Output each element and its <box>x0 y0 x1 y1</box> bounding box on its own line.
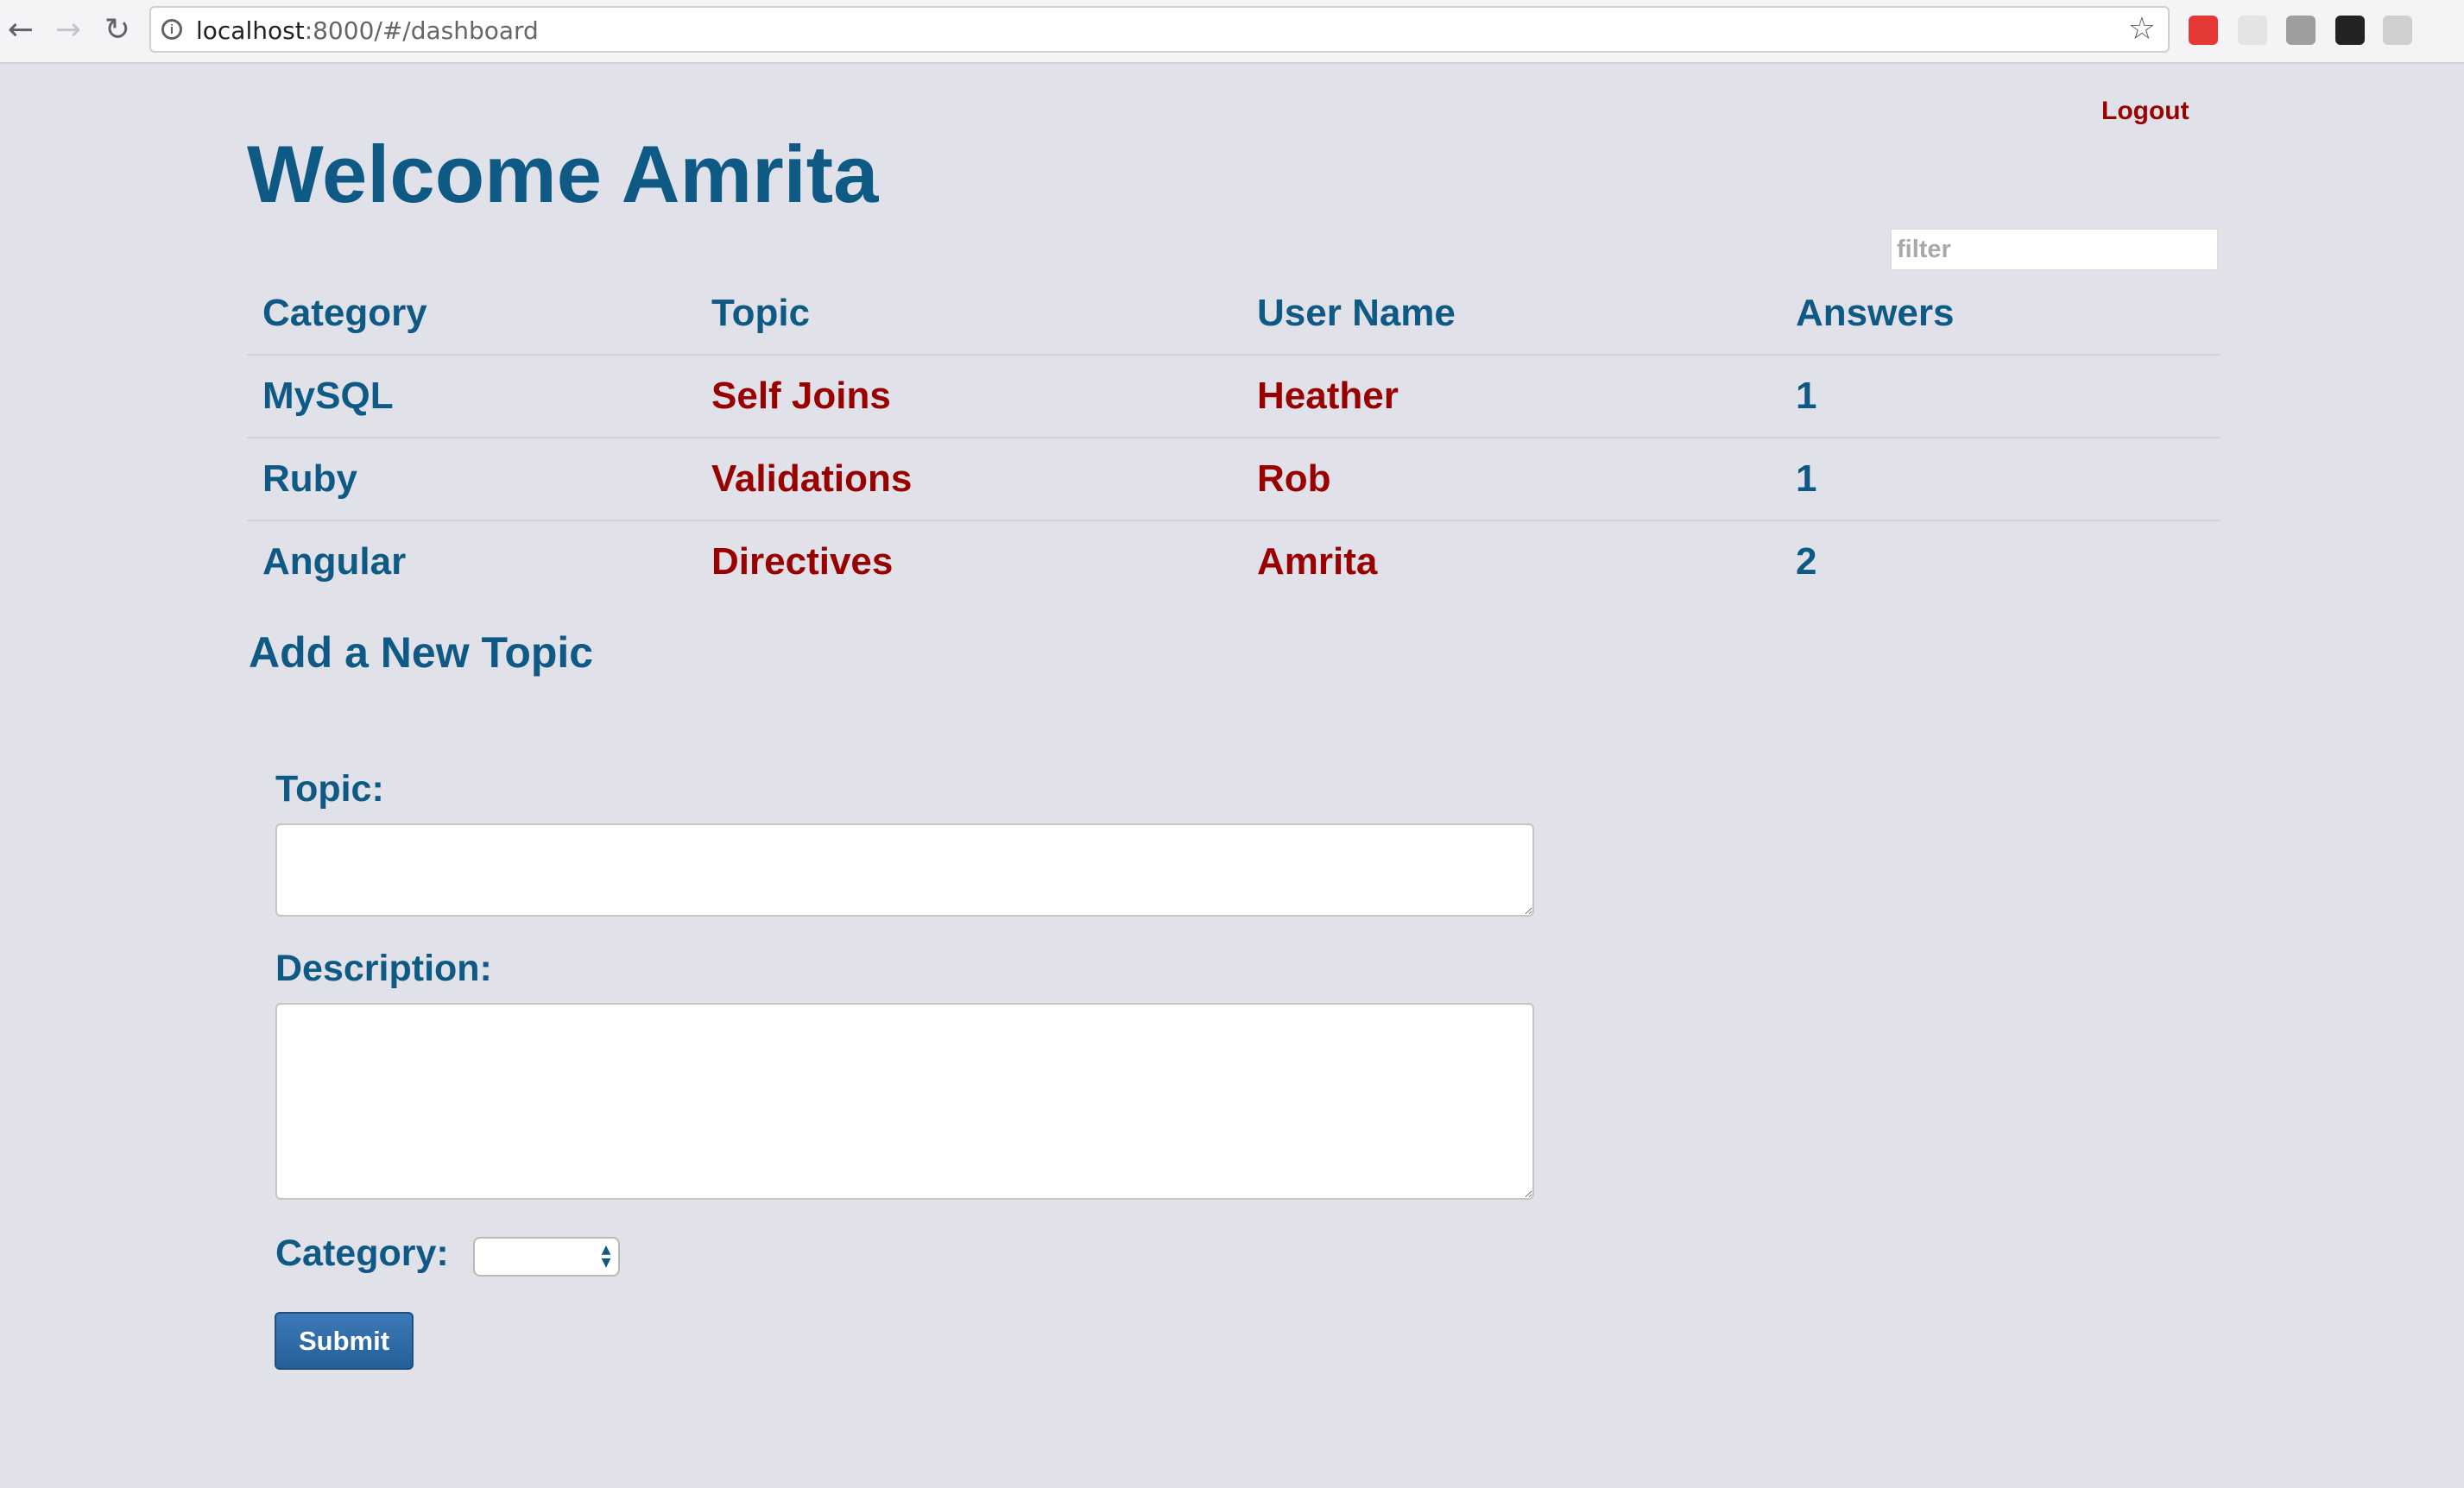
table-row: MySQL Self Joins Heather 1 <box>247 356 2221 438</box>
table-row: Angular Directives Amrita 2 <box>247 521 2221 602</box>
topic-link[interactable]: Directives <box>711 521 893 602</box>
forward-icon[interactable]: → <box>49 10 87 48</box>
add-topic-heading: Add a New Topic <box>249 628 594 677</box>
browser-toolbar: ← → ↻ i localhost:8000/#/dashboard ☆ <box>0 0 2464 64</box>
submit-button[interactable]: Submit <box>275 1312 414 1370</box>
description-field[interactable] <box>275 1003 1534 1200</box>
youtube-extension-icon[interactable] <box>2189 16 2218 45</box>
column-header-answers: Answers <box>1796 292 1955 334</box>
column-header-topic: Topic <box>711 292 811 334</box>
filter-input[interactable] <box>1890 228 2219 271</box>
answers-count: 1 <box>1796 457 1817 500</box>
extension-icon[interactable] <box>2286 16 2316 45</box>
logout-link[interactable]: Logout <box>2101 97 2189 126</box>
topic-field[interactable] <box>275 823 1534 917</box>
answers-count: 2 <box>1796 540 1817 583</box>
page-title: Welcome Amrita <box>247 129 879 219</box>
url-text[interactable]: localhost:8000/#/dashboard <box>196 18 539 44</box>
extension-icon[interactable] <box>2238 16 2267 45</box>
column-header-user-name: User Name <box>1257 292 1456 334</box>
user-link[interactable]: Rob <box>1257 438 1331 520</box>
category-cell: Angular <box>262 540 407 583</box>
url-host: localhost <box>196 16 305 45</box>
category-cell: Ruby <box>262 457 357 500</box>
category-cell: MySQL <box>262 375 394 417</box>
topic-link[interactable]: Validations <box>711 438 912 520</box>
info-icon[interactable]: i <box>161 19 182 40</box>
reload-icon[interactable]: ↻ <box>98 10 136 48</box>
user-link[interactable]: Heather <box>1257 356 1399 437</box>
category-select[interactable]: ▲ ▼ <box>473 1237 620 1277</box>
star-icon[interactable]: ☆ <box>2128 11 2156 47</box>
description-label: Description: <box>275 948 492 989</box>
answers-count: 1 <box>1796 375 1817 417</box>
address-bar[interactable]: i localhost:8000/#/dashboard ☆ <box>149 6 2170 53</box>
topics-table: Category Topic User Name Answers MySQL S… <box>247 273 2221 602</box>
table-header-row: Category Topic User Name Answers <box>247 273 2221 356</box>
url-path: :8000/#/dashboard <box>304 16 539 45</box>
table-row: Ruby Validations Rob 1 <box>247 438 2221 521</box>
tampermonkey-extension-icon[interactable] <box>2335 16 2365 45</box>
extension-icon[interactable] <box>2383 16 2412 45</box>
category-label: Category: <box>275 1233 449 1274</box>
column-header-category: Category <box>262 292 427 334</box>
back-icon[interactable]: ← <box>2 10 40 48</box>
topic-label: Topic: <box>275 768 384 810</box>
topic-link[interactable]: Self Joins <box>711 356 891 437</box>
user-link[interactable]: Amrita <box>1257 521 1377 602</box>
select-arrows-icon: ▲ ▼ <box>601 1243 611 1270</box>
